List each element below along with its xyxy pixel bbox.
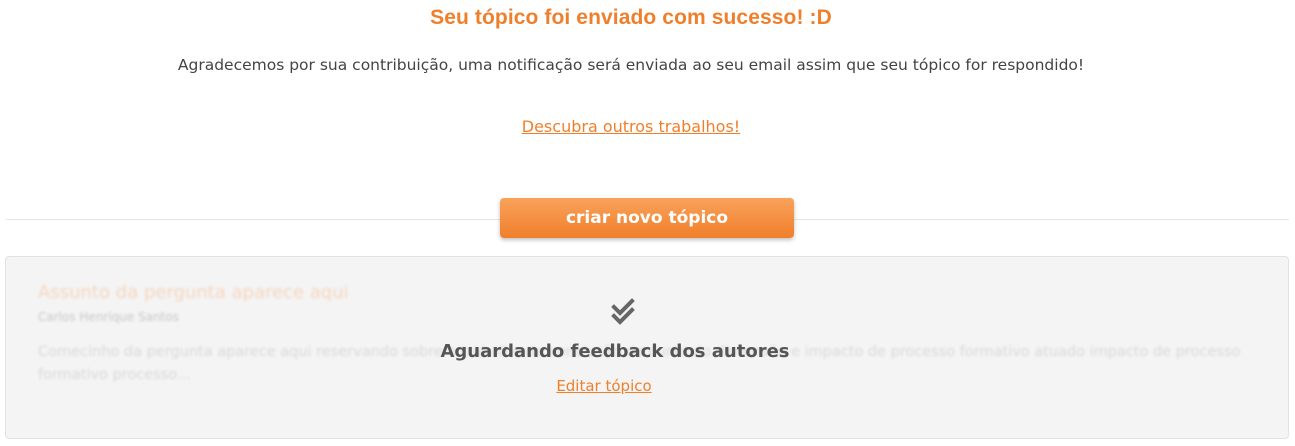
edit-topic-link[interactable]: Editar tópico <box>6 377 1202 395</box>
topic-card: Assunto da pergunta aparece aqui Carlos … <box>5 256 1289 439</box>
double-check-icon <box>611 298 635 325</box>
success-title: Seu tópico foi enviado com sucesso! :D <box>430 6 832 29</box>
success-message: Agradecemos por sua contribuição, uma no… <box>177 56 1085 74</box>
status-overlay: Aguardando feedback dos autores Editar t… <box>6 257 1288 438</box>
page: Seu tópico foi enviado com sucesso! :D A… <box>0 0 1295 446</box>
status-text: Aguardando feedback dos autores <box>440 341 790 362</box>
create-topic-button[interactable]: criar novo tópico <box>500 198 794 238</box>
discover-works-link[interactable]: Descubra outros trabalhos! <box>0 117 1262 136</box>
